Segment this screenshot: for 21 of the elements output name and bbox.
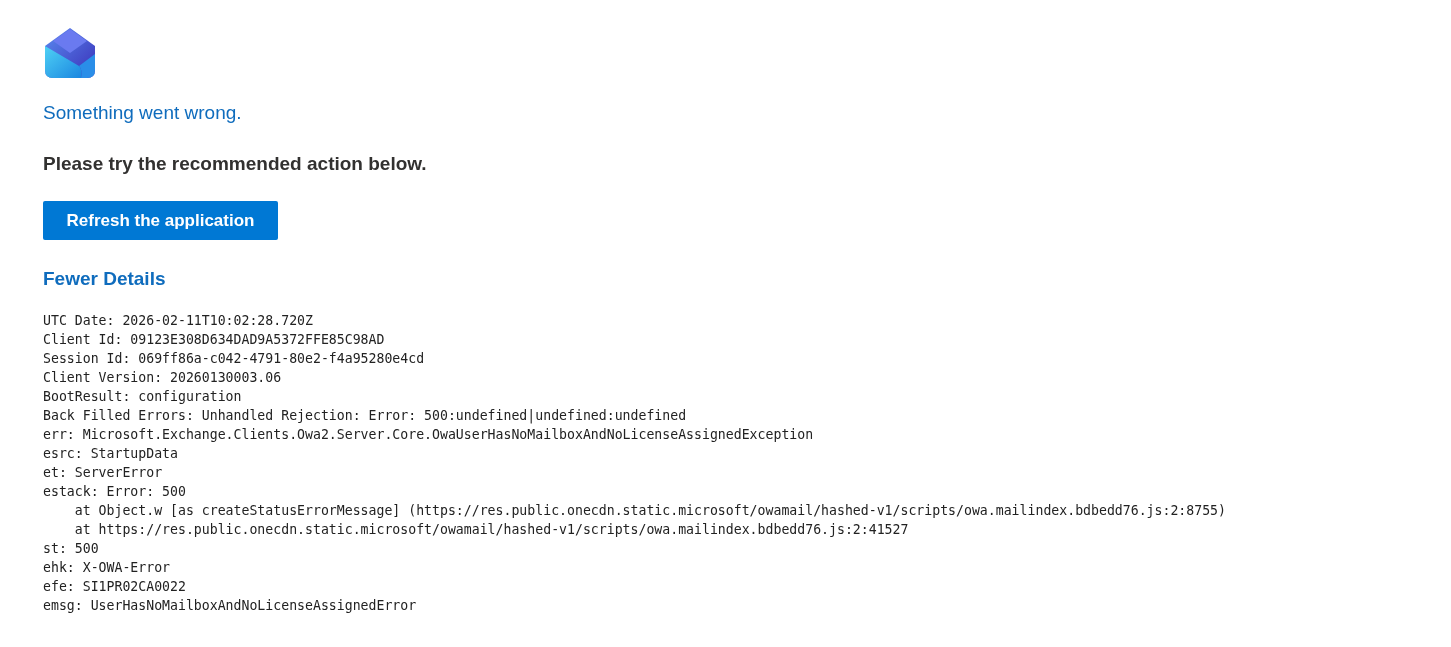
detail-line: et: ServerError	[43, 464, 164, 482]
envelope-logo-icon	[43, 26, 97, 80]
detail-line: Client Id: 09123E308D634DAD9A5372FFE85C98AD	[43, 331, 386, 349]
detail-line: ehk: X-OWA-Error	[43, 559, 172, 577]
detail-line: at Object.w [as createStatusErrorMessage] (https://res.public.onecdn.static.microsoft/owamail/hashed-v1/scripts/owa.mailindex.bdbedd76.js:2:8755)	[73, 502, 1226, 520]
instruction-text: Please try the recommended action below.	[43, 152, 427, 176]
detail-line: Session Id: 069ff86a-c042-4791-80e2-f4a95280e4cd	[43, 350, 426, 368]
error-title: Something went wrong.	[43, 101, 242, 125]
refresh-button[interactable]: Refresh the application	[43, 201, 278, 240]
detail-line: Client Version: 20260130003.06	[43, 369, 283, 387]
detail-line: at https://res.public.onecdn.static.microsoft/owamail/hashed-v1/scripts/owa.mailindex.bdbedd76.js:2:41527	[73, 521, 910, 539]
detail-line: BootResult: configuration	[43, 388, 243, 406]
detail-line: emsg: UserHasNoMailboxAndNoLicenseAssignedError	[43, 597, 418, 615]
detail-line: st: 500	[43, 540, 100, 558]
detail-line: esrc: StartupData	[43, 445, 179, 463]
detail-line: err: Microsoft.Exchange.Clients.Owa2.Server.Core.OwaUserHasNoMailboxAndNoLicenseAssignedException	[43, 426, 815, 444]
details-toggle-link[interactable]: Fewer Details	[43, 266, 166, 292]
detail-line: UTC Date: 2026-02-11T10:02:28.720Z	[43, 312, 314, 330]
detail-line: Back Filled Errors: Unhandled Rejection: Error: 500:undefined|undefined:undefined	[43, 407, 688, 425]
detail-line: estack: Error: 500	[43, 483, 187, 501]
detail-line: efe: SI1PR02CA0022	[43, 578, 187, 596]
